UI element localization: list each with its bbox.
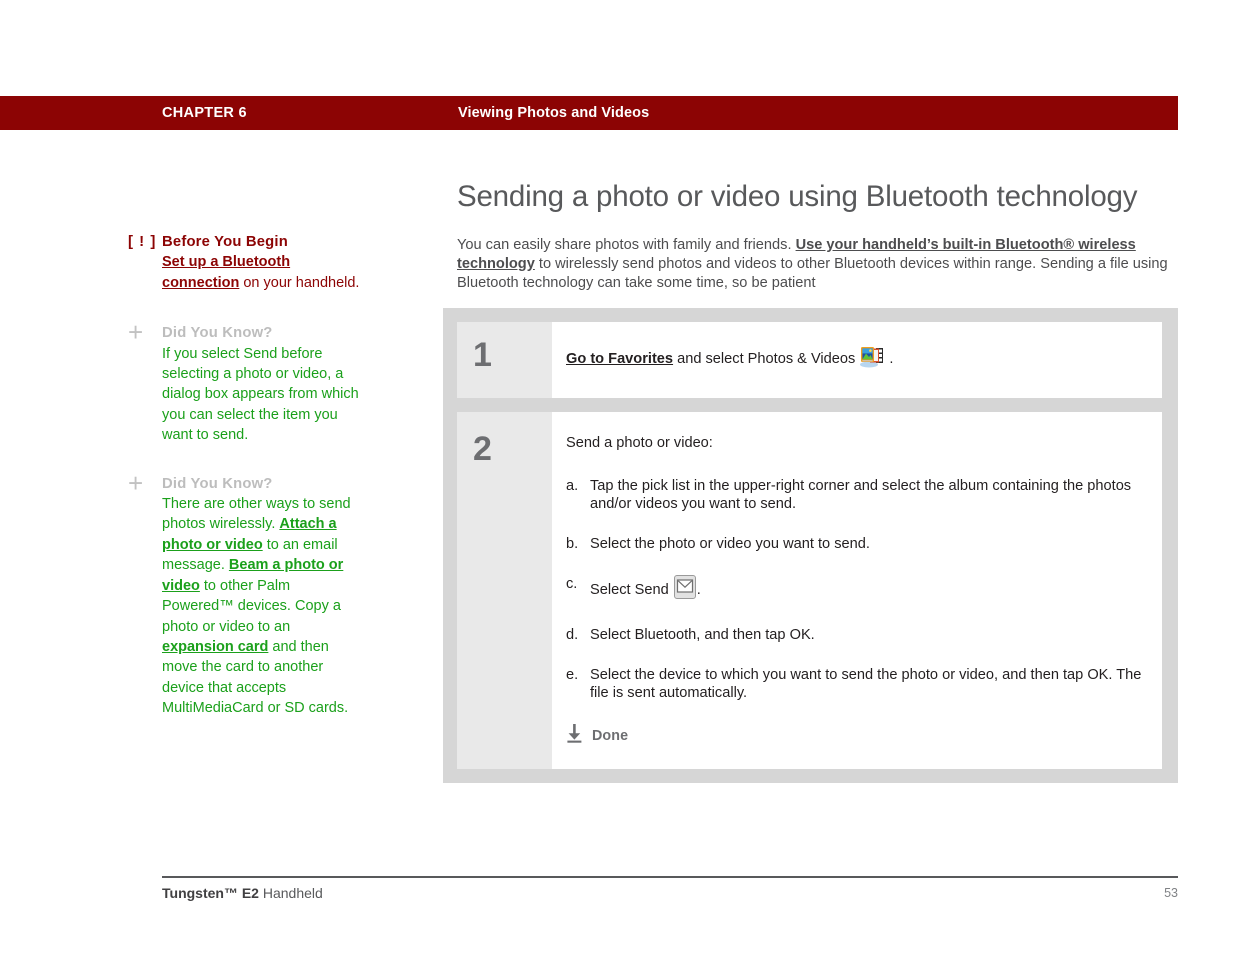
step-1-number: 1 <box>457 322 552 398</box>
sidebar: [ ! ] Before You Begin Set up a Bluetoot… <box>128 232 364 741</box>
step-2: 2 Send a photo or video: a. Tap the pick… <box>457 411 1162 769</box>
substep-b: b. Select the photo or video you want to… <box>566 535 1144 554</box>
footer-product: Tungsten™ E2 Handheld <box>162 885 323 901</box>
alert-icon: [ ! ] <box>128 233 157 250</box>
photos-videos-icon <box>860 346 888 374</box>
sidebar-block-did-you-know-1: + Did You Know? If you select Send befor… <box>128 317 364 445</box>
substep-e-text: Select the device to which you want to s… <box>590 666 1142 702</box>
step-1-text: and select Photos & Videos <box>673 351 860 367</box>
page-title: Sending a photo or video using Bluetooth… <box>457 180 1138 213</box>
sidebar-block-did-you-know-2: + Did You Know? There are other ways to … <box>128 467 364 719</box>
chapter-label: CHAPTER 6 <box>162 105 247 121</box>
substep-b-letter: b. <box>566 536 579 553</box>
sidebar-heading-did-you-know-2: Did You Know? <box>162 475 273 492</box>
step-link-go-to-favorites[interactable]: Go to Favorites <box>566 351 673 367</box>
sidebar-heading-before-you-begin: Before You Begin <box>162 234 288 250</box>
chapter-header-bar: CHAPTER 6 Viewing Photos and Videos <box>0 96 1178 130</box>
substep-a-text: Tap the pick list in the upper-right cor… <box>590 477 1132 513</box>
intro-paragraph: You can easily share photos with family … <box>457 236 1177 292</box>
step-2-number: 2 <box>457 411 552 769</box>
step-1-trailing: . <box>889 351 894 367</box>
step-2-body: Send a photo or video: a. Tap the pick l… <box>552 411 1162 769</box>
substep-c: c. Select Send . <box>566 574 1144 605</box>
main-content: Sending a photo or video using Bluetooth… <box>457 180 1178 320</box>
plus-icon: + <box>128 467 144 498</box>
plus-icon: + <box>128 317 144 348</box>
footer-product-suffix: Handheld <box>258 885 323 901</box>
step-1-body: Go to Favorites and select Photos & Vide… <box>552 322 1162 398</box>
intro-part1: You can easily share photos with family … <box>457 237 796 253</box>
page-number: 53 <box>1164 886 1178 900</box>
sidebar-text-did-you-know-1: If you select Send before selecting a ph… <box>162 345 359 444</box>
step-1: 1 Go to Favorites and select Photos & Vi… <box>457 322 1162 398</box>
substep-d: d. Select Bluetooth, and then tap OK. <box>566 626 1144 645</box>
substep-e-letter: e. <box>566 666 579 683</box>
substep-c-trailing: . <box>696 581 701 598</box>
footer-divider <box>162 876 1178 878</box>
footer-product-name: Tungsten™ E2 <box>162 885 259 901</box>
substep-d-letter: d. <box>566 626 579 643</box>
step-2-intro: Send a photo or video: <box>566 434 713 451</box>
substep-b-text: Select the photo or video you want to se… <box>590 536 870 553</box>
send-envelope-icon <box>673 574 696 605</box>
down-arrow-icon <box>566 724 583 749</box>
sidebar-block-before-you-begin: [ ! ] Before You Begin Set up a Bluetoot… <box>128 232 364 293</box>
sidebar-link-expansion-card[interactable]: expansion card <box>162 639 268 655</box>
substep-e: e. Select the device to which you want t… <box>566 666 1144 704</box>
sidebar-text-before-you-begin: on your handheld. <box>239 274 360 291</box>
sidebar-heading-did-you-know-1: Did You Know? <box>162 325 273 342</box>
substep-a-letter: a. <box>566 477 579 494</box>
done-label: Done <box>592 728 629 745</box>
substep-a: a. Tap the pick list in the upper-right … <box>566 477 1144 515</box>
substep-d-text: Select Bluetooth, and then tap OK. <box>590 626 815 643</box>
chapter-title: Viewing Photos and Videos <box>458 105 650 121</box>
substep-c-label: Select Send <box>590 581 673 598</box>
done-row: Done <box>566 724 1144 749</box>
substep-c-letter: c. <box>566 575 578 592</box>
intro-part2: to wirelessly send photos and videos to … <box>457 255 1168 291</box>
substep-c-text: Select Send . <box>590 574 1144 605</box>
steps-panel: 1 Go to Favorites and select Photos & Vi… <box>443 308 1178 783</box>
